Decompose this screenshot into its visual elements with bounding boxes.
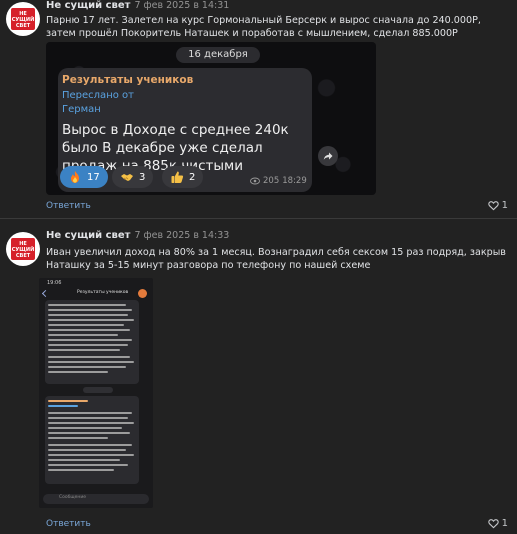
text-line <box>48 449 126 451</box>
post-date[interactable]: 7 фев 2025 в 14:33 <box>134 230 229 241</box>
like-button[interactable]: 1 <box>487 200 508 211</box>
forwarded-from: Герман <box>62 104 101 115</box>
message-input: Сообщение <box>43 494 149 504</box>
heart-icon <box>487 519 499 529</box>
date-pill <box>83 387 113 393</box>
post-date[interactable]: 7 фев 2025 в 14:31 <box>134 0 229 11</box>
reply-link[interactable]: Ответить <box>46 201 91 211</box>
handshake-icon <box>121 174 133 181</box>
channel-name: Результаты учеников <box>62 74 194 86</box>
chat-title: Результаты учеников <box>77 290 129 295</box>
text-line <box>48 329 130 331</box>
text-line <box>48 437 108 439</box>
avatar[interactable]: НЕ СУЩИЙ СВЕТ <box>6 2 40 36</box>
text-line <box>48 444 132 446</box>
status-time: 19:06 <box>47 280 62 286</box>
chat-header: Результаты учеников <box>39 288 153 300</box>
channel-logo-icon: НЕ СУЩИЙ СВЕТ <box>7 3 39 35</box>
text-line <box>48 469 114 471</box>
eye-icon <box>250 177 260 185</box>
text-line <box>48 304 126 306</box>
author-label[interactable]: Не сущий свет <box>46 0 130 11</box>
heart-icon <box>487 201 499 211</box>
text-line <box>48 319 134 321</box>
views-count: 205 <box>263 176 280 186</box>
svg-text:СУЩИЙ: СУЩИЙ <box>12 15 35 23</box>
views: 205 18:29 <box>250 176 307 186</box>
author-name[interactable]: Не сущий свет 7 фев 2025 в 14:31 <box>46 0 229 11</box>
message-bubble <box>45 300 139 384</box>
avatar[interactable]: НЕ СУЩИЙ СВЕТ <box>6 232 40 266</box>
reaction-count: 3 <box>139 171 146 183</box>
text-line <box>48 454 134 456</box>
post-text: Иван увеличил доход на 80% за 1 месяц. В… <box>46 247 506 271</box>
like-count: 1 <box>501 200 508 211</box>
text-line <box>48 400 88 402</box>
post-divider <box>0 218 517 219</box>
text-line <box>48 412 132 414</box>
svg-text:СВЕТ: СВЕТ <box>16 253 31 259</box>
forwarded-label: Переслано от <box>62 90 134 101</box>
reaction-thumbs-up: 2 <box>162 166 204 188</box>
message-bubble: Результаты учеников Переслано от Герман … <box>58 68 312 192</box>
text-line <box>48 356 130 358</box>
post: НЕ СУЩИЙ СВЕТ Не сущий свет 7 фев 2025 в … <box>0 0 517 218</box>
fire-icon <box>71 171 79 183</box>
text-line <box>48 405 78 407</box>
share-button <box>318 146 338 166</box>
text-line <box>48 432 130 434</box>
author-name[interactable]: Не сущий свет 7 фев 2025 в 14:33 <box>46 230 229 241</box>
text-line <box>48 427 122 429</box>
author-label[interactable]: Не сущий свет <box>46 230 130 241</box>
like-button[interactable]: 1 <box>487 518 508 529</box>
text-line <box>48 366 126 368</box>
text-line <box>48 324 124 326</box>
post-image[interactable]: 16 декабря Результаты учеников Переслано… <box>46 42 376 195</box>
reaction-handshake: 3 <box>112 166 154 188</box>
date-pill: 16 декабря <box>176 47 260 63</box>
channel-logo-icon: НЕ СУЩИЙ СВЕТ <box>7 233 39 265</box>
chat-avatar <box>138 289 147 298</box>
back-arrow-icon <box>41 289 50 298</box>
text-line <box>48 344 128 346</box>
text-line <box>48 361 134 363</box>
text-line <box>48 459 120 461</box>
reply-link[interactable]: Ответить <box>46 519 91 529</box>
post-image[interactable]: 19:06 Результаты учеников Сообщение <box>39 278 153 508</box>
svg-text:СУЩИЙ: СУЩИЙ <box>12 245 35 253</box>
text-line <box>48 314 128 316</box>
svg-text:СВЕТ: СВЕТ <box>16 23 31 29</box>
thumbs-up-icon <box>171 171 184 183</box>
text-line <box>48 339 132 341</box>
reaction-count: 2 <box>189 171 196 183</box>
message-time: 18:29 <box>282 176 307 186</box>
input-placeholder: Сообщение <box>59 495 87 500</box>
text-line <box>48 349 120 351</box>
text-line <box>48 371 108 373</box>
post-text: Парню 17 лет. Залетел на курс Гормональн… <box>46 15 481 39</box>
text-line <box>48 309 132 311</box>
text-line <box>48 334 118 336</box>
text-line <box>48 464 128 466</box>
like-count: 1 <box>501 518 508 529</box>
share-arrow-icon <box>323 152 333 160</box>
text-line <box>48 417 128 419</box>
message-bubble <box>45 396 139 484</box>
reaction-count: 17 <box>87 171 100 183</box>
text-line <box>48 422 134 424</box>
status-bar: 19:06 <box>39 278 153 288</box>
reaction-fire: 17 <box>60 166 108 188</box>
